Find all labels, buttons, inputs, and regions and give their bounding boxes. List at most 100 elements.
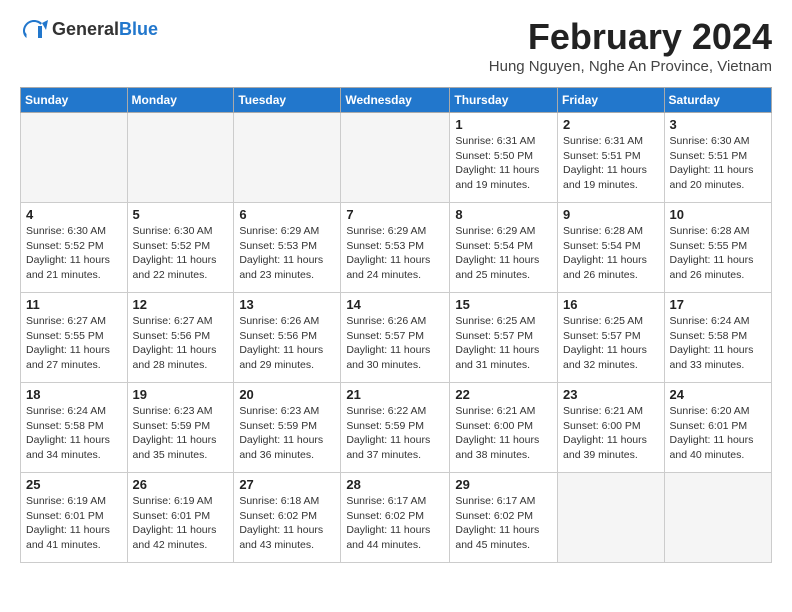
day-info: Sunrise: 6:31 AM Sunset: 5:51 PM Dayligh…	[563, 134, 659, 193]
calendar-cell	[21, 113, 128, 203]
day-info: Sunrise: 6:27 AM Sunset: 5:56 PM Dayligh…	[133, 314, 229, 373]
calendar-cell: 2 Sunrise: 6:31 AM Sunset: 5:51 PM Daylig…	[558, 113, 665, 203]
day-info: Sunrise: 6:19 AM Sunset: 6:01 PM Dayligh…	[133, 494, 229, 553]
weekday-header-tuesday: Tuesday	[234, 88, 341, 113]
day-info: Sunrise: 6:19 AM Sunset: 6:01 PM Dayligh…	[26, 494, 122, 553]
logo-general: GeneralBlue	[52, 20, 158, 40]
day-number: 6	[239, 207, 335, 222]
day-info: Sunrise: 6:29 AM Sunset: 5:53 PM Dayligh…	[239, 224, 335, 283]
day-number: 9	[563, 207, 659, 222]
day-number: 25	[26, 477, 122, 492]
day-number: 18	[26, 387, 122, 402]
day-number: 12	[133, 297, 229, 312]
day-info: Sunrise: 6:21 AM Sunset: 6:00 PM Dayligh…	[563, 404, 659, 463]
weekday-header-row: SundayMondayTuesdayWednesdayThursdayFrid…	[21, 88, 772, 113]
day-info: Sunrise: 6:30 AM Sunset: 5:52 PM Dayligh…	[133, 224, 229, 283]
day-info: Sunrise: 6:29 AM Sunset: 5:54 PM Dayligh…	[455, 224, 552, 283]
calendar-cell	[234, 113, 341, 203]
calendar-cell: 16 Sunrise: 6:25 AM Sunset: 5:57 PM Dayli…	[558, 293, 665, 383]
day-info: Sunrise: 6:23 AM Sunset: 5:59 PM Dayligh…	[133, 404, 229, 463]
calendar-cell: 29Sunrise: 6:17 AM Sunset: 6:02 PM Dayli…	[450, 473, 558, 563]
calendar-cell: 27Sunrise: 6:18 AM Sunset: 6:02 PM Dayli…	[234, 473, 341, 563]
day-info: Sunrise: 6:20 AM Sunset: 6:01 PM Dayligh…	[670, 404, 766, 463]
day-info: Sunrise: 6:26 AM Sunset: 5:57 PM Dayligh…	[346, 314, 444, 373]
calendar-cell: 11 Sunrise: 6:27 AM Sunset: 5:55 PM Dayli…	[21, 293, 128, 383]
day-number: 2	[563, 117, 659, 132]
calendar-cell: 18 Sunrise: 6:24 AM Sunset: 5:58 PM Dayli…	[21, 383, 128, 473]
day-info: Sunrise: 6:23 AM Sunset: 5:59 PM Dayligh…	[239, 404, 335, 463]
day-number: 22	[455, 387, 552, 402]
calendar-table: SundayMondayTuesdayWednesdayThursdayFrid…	[20, 87, 772, 563]
weekday-header-saturday: Saturday	[664, 88, 771, 113]
calendar-week-3: 11 Sunrise: 6:27 AM Sunset: 5:55 PM Dayli…	[21, 293, 772, 383]
calendar-cell: 22 Sunrise: 6:21 AM Sunset: 6:00 PM Dayli…	[450, 383, 558, 473]
calendar-cell: 14 Sunrise: 6:26 AM Sunset: 5:57 PM Dayli…	[341, 293, 450, 383]
day-info: Sunrise: 6:28 AM Sunset: 5:54 PM Dayligh…	[563, 224, 659, 283]
weekday-header-wednesday: Wednesday	[341, 88, 450, 113]
day-number: 11	[26, 297, 122, 312]
calendar-cell: 8 Sunrise: 6:29 AM Sunset: 5:54 PM Daylig…	[450, 203, 558, 293]
day-number: 10	[670, 207, 766, 222]
calendar-cell: 7 Sunrise: 6:29 AM Sunset: 5:53 PM Daylig…	[341, 203, 450, 293]
day-number: 24	[670, 387, 766, 402]
day-info: Sunrise: 6:22 AM Sunset: 5:59 PM Dayligh…	[346, 404, 444, 463]
day-info: Sunrise: 6:31 AM Sunset: 5:50 PM Dayligh…	[455, 134, 552, 193]
day-info: Sunrise: 6:25 AM Sunset: 5:57 PM Dayligh…	[455, 314, 552, 373]
calendar-cell: 28 Sunrise: 6:17 AM Sunset: 6:02 PM Dayli…	[341, 473, 450, 563]
calendar-week-5: 25 Sunrise: 6:19 AM Sunset: 6:01 PM Dayli…	[21, 473, 772, 563]
calendar-cell	[127, 113, 234, 203]
day-info: Sunrise: 6:26 AM Sunset: 5:56 PM Dayligh…	[239, 314, 335, 373]
day-number: 5	[133, 207, 229, 222]
logo-icon	[20, 16, 48, 44]
logo: GeneralBlue	[20, 16, 158, 44]
day-info: Sunrise: 6:24 AM Sunset: 5:58 PM Dayligh…	[26, 404, 122, 463]
day-number: 16	[563, 297, 659, 312]
calendar-cell: 21 Sunrise: 6:22 AM Sunset: 5:59 PM Dayli…	[341, 383, 450, 473]
calendar-cell	[558, 473, 665, 563]
weekday-header-monday: Monday	[127, 88, 234, 113]
calendar-cell: 24 Sunrise: 6:20 AM Sunset: 6:01 PM Dayli…	[664, 383, 771, 473]
calendar-cell: 15Sunrise: 6:25 AM Sunset: 5:57 PM Dayli…	[450, 293, 558, 383]
calendar-cell: 5 Sunrise: 6:30 AM Sunset: 5:52 PM Daylig…	[127, 203, 234, 293]
calendar-cell	[341, 113, 450, 203]
calendar-cell: 13 Sunrise: 6:26 AM Sunset: 5:56 PM Dayli…	[234, 293, 341, 383]
day-number: 14	[346, 297, 444, 312]
calendar-cell: 17 Sunrise: 6:24 AM Sunset: 5:58 PM Dayli…	[664, 293, 771, 383]
day-info: Sunrise: 6:29 AM Sunset: 5:53 PM Dayligh…	[346, 224, 444, 283]
day-number: 23	[563, 387, 659, 402]
day-number: 8	[455, 207, 552, 222]
weekday-header-friday: Friday	[558, 88, 665, 113]
weekday-header-sunday: Sunday	[21, 88, 128, 113]
day-info: Sunrise: 6:17 AM Sunset: 6:02 PM Dayligh…	[455, 494, 552, 553]
day-number: 19	[133, 387, 229, 402]
calendar-cell: 9 Sunrise: 6:28 AM Sunset: 5:54 PM Daylig…	[558, 203, 665, 293]
calendar-cell: 26 Sunrise: 6:19 AM Sunset: 6:01 PM Dayli…	[127, 473, 234, 563]
calendar-cell: 19 Sunrise: 6:23 AM Sunset: 5:59 PM Dayli…	[127, 383, 234, 473]
day-number: 7	[346, 207, 444, 222]
day-info: Sunrise: 6:24 AM Sunset: 5:58 PM Dayligh…	[670, 314, 766, 373]
calendar-week-2: 4Sunrise: 6:30 AM Sunset: 5:52 PM Daylig…	[21, 203, 772, 293]
calendar-week-1: 1 Sunrise: 6:31 AM Sunset: 5:50 PM Daylig…	[21, 113, 772, 203]
weekday-header-thursday: Thursday	[450, 88, 558, 113]
calendar-cell: 3Sunrise: 6:30 AM Sunset: 5:51 PM Daylig…	[664, 113, 771, 203]
day-info: Sunrise: 6:27 AM Sunset: 5:55 PM Dayligh…	[26, 314, 122, 373]
day-number: 21	[346, 387, 444, 402]
calendar-cell: 20Sunrise: 6:23 AM Sunset: 5:59 PM Dayli…	[234, 383, 341, 473]
page-header: GeneralBlue February 2024 Hung Nguyen, N…	[20, 16, 772, 83]
day-number: 28	[346, 477, 444, 492]
day-info: Sunrise: 6:17 AM Sunset: 6:02 PM Dayligh…	[346, 494, 444, 553]
calendar-cell	[664, 473, 771, 563]
day-number: 26	[133, 477, 229, 492]
day-number: 27	[239, 477, 335, 492]
calendar-cell: 1 Sunrise: 6:31 AM Sunset: 5:50 PM Daylig…	[450, 113, 558, 203]
day-number: 1	[455, 117, 552, 132]
day-info: Sunrise: 6:30 AM Sunset: 5:52 PM Dayligh…	[26, 224, 122, 283]
day-number: 17	[670, 297, 766, 312]
day-number: 3	[670, 117, 766, 132]
day-info: Sunrise: 6:21 AM Sunset: 6:00 PM Dayligh…	[455, 404, 552, 463]
day-info: Sunrise: 6:28 AM Sunset: 5:55 PM Dayligh…	[670, 224, 766, 283]
calendar-cell: 4Sunrise: 6:30 AM Sunset: 5:52 PM Daylig…	[21, 203, 128, 293]
day-info: Sunrise: 6:25 AM Sunset: 5:57 PM Dayligh…	[563, 314, 659, 373]
day-number: 13	[239, 297, 335, 312]
month-title: February 2024	[489, 16, 772, 58]
